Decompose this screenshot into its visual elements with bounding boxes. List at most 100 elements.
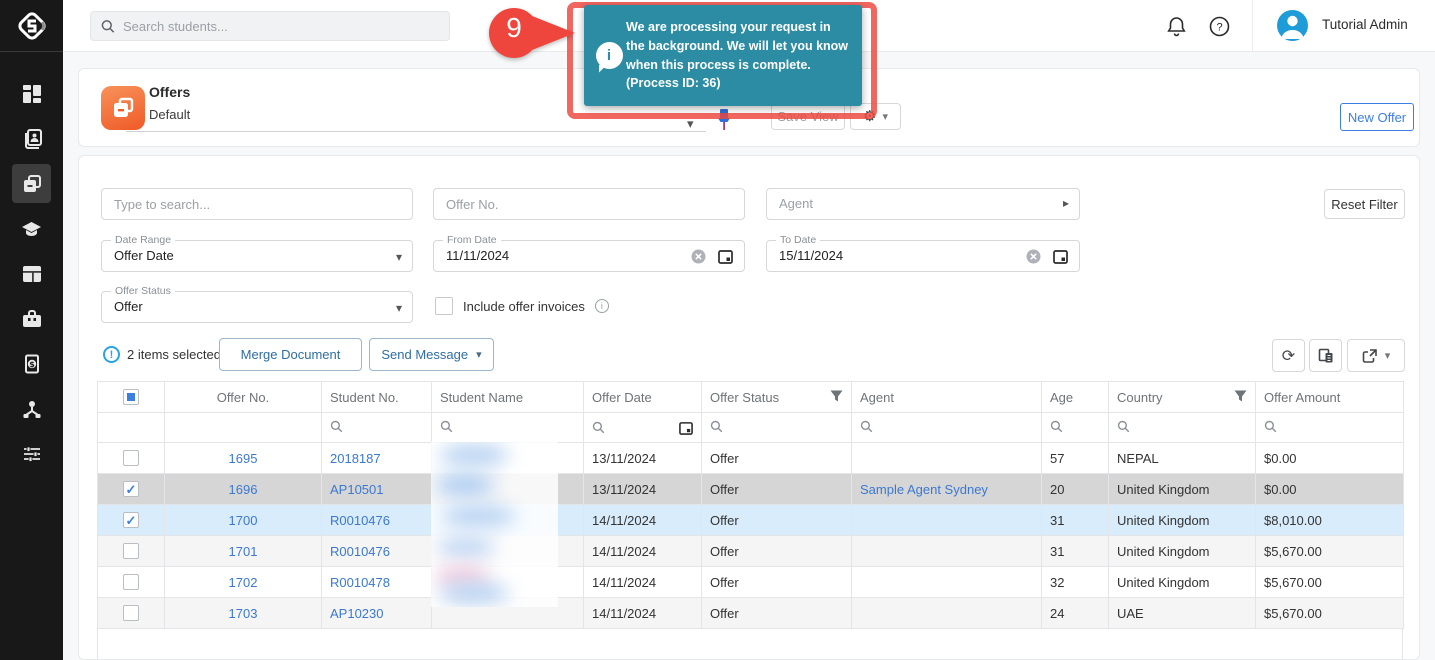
user-name[interactable]: Tutorial Admin: [1322, 17, 1408, 32]
student-no-link[interactable]: AP10501: [330, 482, 384, 497]
age-cell: 20: [1042, 474, 1109, 505]
offer-no-link[interactable]: 1702: [229, 575, 258, 590]
clear-date-button[interactable]: [691, 249, 706, 267]
view-settings-button[interactable]: ⚙ ▾: [850, 103, 901, 130]
student-no-link[interactable]: R0010476: [330, 513, 390, 528]
offer-no-link[interactable]: 1695: [229, 451, 258, 466]
sidebar-item-settings[interactable]: [12, 434, 51, 473]
notifications-button[interactable]: [1164, 14, 1188, 38]
global-search[interactable]: [90, 11, 450, 41]
offer-no-input[interactable]: [434, 189, 744, 219]
filter-cell-agent[interactable]: [852, 413, 1042, 443]
filter-cell-offer-no[interactable]: [165, 413, 322, 443]
app-logo[interactable]: [0, 0, 63, 52]
row-checkbox[interactable]: ✓: [123, 512, 139, 528]
row-checkbox[interactable]: [123, 450, 139, 466]
col-offer-no[interactable]: Offer No.: [165, 382, 322, 413]
filter-cell-offer-date[interactable]: [584, 413, 702, 443]
offer-date-cell: 13/11/2024: [584, 443, 702, 474]
chevron-down-icon[interactable]: ▾: [396, 250, 402, 264]
col-student-no[interactable]: Student No.: [322, 382, 432, 413]
agent-link[interactable]: Sample Agent Sydney: [860, 482, 988, 497]
col-student-name[interactable]: Student Name: [432, 382, 584, 413]
row-checkbox[interactable]: [123, 574, 139, 590]
offers-table: Offer No. Student No. Student Name Offer…: [97, 381, 1404, 629]
clear-date-button[interactable]: [1026, 249, 1041, 267]
filter-cell-offer-amount[interactable]: [1256, 413, 1404, 443]
row-checkbox[interactable]: [123, 605, 139, 621]
filter-cell-student-name[interactable]: [432, 413, 584, 443]
filter-cell-country[interactable]: [1109, 413, 1256, 443]
sidebar-item-invoices[interactable]: $: [12, 344, 51, 383]
col-offer-date[interactable]: Offer Date: [584, 382, 702, 413]
export-button[interactable]: ▾: [1347, 339, 1405, 372]
filter-cell-age[interactable]: [1042, 413, 1109, 443]
student-no-link[interactable]: AP10230: [330, 606, 384, 621]
col-age[interactable]: Age: [1042, 382, 1109, 413]
calendar-button[interactable]: [718, 249, 733, 267]
calendar-icon: [1053, 249, 1068, 264]
filter-cell-offer-status[interactable]: [702, 413, 852, 443]
calendar-button[interactable]: [1053, 249, 1068, 267]
from-date-field[interactable]: From Date 11/11/2024: [433, 240, 745, 272]
select-all-checkbox[interactable]: [123, 389, 139, 405]
reset-filter-button[interactable]: Reset Filter: [1324, 189, 1405, 219]
student-no-link[interactable]: R0010478: [330, 575, 390, 590]
search-input[interactable]: [123, 19, 439, 34]
merge-document-button[interactable]: Merge Document: [219, 338, 362, 371]
avatar[interactable]: [1277, 10, 1308, 41]
agent-field[interactable]: Agent ▸: [766, 188, 1080, 220]
view-selector-caret-icon[interactable]: ▾: [687, 116, 694, 132]
include-offer-invoices-checkbox[interactable]: [435, 297, 453, 315]
sidebar-item-applications[interactable]: [12, 254, 51, 293]
info-glyph: i: [607, 47, 611, 64]
offer-status-select[interactable]: Offer Status Offer ▾: [101, 291, 413, 323]
date-range-select[interactable]: Date Range Offer Date ▾: [101, 240, 413, 272]
offer-no-link[interactable]: 1700: [229, 513, 258, 528]
offer-no-link[interactable]: 1696: [229, 482, 258, 497]
table-row[interactable]: 1701 R0010476 14/11/2024 Offer 31 United…: [98, 536, 1404, 567]
offer-status-cell: Offer: [702, 567, 852, 598]
sliders-icon: [22, 444, 42, 464]
grid-search-input[interactable]: [102, 189, 412, 219]
age-cell: 24: [1042, 598, 1109, 629]
sidebar-item-dashboard[interactable]: [12, 74, 51, 113]
col-offer-status[interactable]: Offer Status: [702, 382, 852, 413]
filter-funnel-icon[interactable]: [1234, 390, 1247, 405]
sidebar-item-students[interactable]: [12, 119, 51, 158]
col-agent[interactable]: Agent: [852, 382, 1042, 413]
agent-cell: [852, 505, 1042, 536]
chevron-down-icon[interactable]: ▾: [396, 301, 402, 315]
student-no-link[interactable]: R0010476: [330, 544, 390, 559]
filter-funnel-icon[interactable]: [830, 390, 843, 405]
sidebar-item-services[interactable]: [12, 299, 51, 338]
help-button[interactable]: ?: [1207, 14, 1231, 38]
to-date-field[interactable]: To Date 15/11/2024: [766, 240, 1080, 272]
new-offer-button[interactable]: New Offer: [1340, 103, 1414, 131]
student-no-link[interactable]: 2018187: [330, 451, 381, 466]
save-view-button[interactable]: Save View: [771, 103, 845, 130]
pin-view-button[interactable]: [715, 107, 735, 133]
row-checkbox[interactable]: [123, 543, 139, 559]
row-checkbox[interactable]: ✓: [123, 481, 139, 497]
chevron-right-icon[interactable]: ▸: [1063, 196, 1069, 210]
col-country[interactable]: Country: [1109, 382, 1256, 413]
view-selector-value[interactable]: Default: [149, 107, 190, 122]
table-row[interactable]: 1703 AP10230 14/11/2024 Offer 24 UAE $5,…: [98, 598, 1404, 629]
table-row[interactable]: 1695 2018187 13/11/2024 Offer 57 NEPAL $…: [98, 443, 1404, 474]
column-chooser-button[interactable]: [1309, 339, 1342, 372]
sidebar-item-partners[interactable]: [12, 389, 51, 428]
table-row[interactable]: ✓ 1696 AP10501 13/11/2024 Offer Sample A…: [98, 474, 1404, 505]
col-offer-amount[interactable]: Offer Amount: [1256, 382, 1404, 413]
offer-no-link[interactable]: 1701: [229, 544, 258, 559]
table-row[interactable]: ✓ 1700 R0010476 14/11/2024 Offer 31 Unit…: [98, 505, 1404, 536]
sidebar-item-courses[interactable]: [12, 209, 51, 248]
filter-cell-student-no[interactable]: [322, 413, 432, 443]
calendar-icon[interactable]: [679, 421, 693, 435]
table-row[interactable]: 1702 R0010478 14/11/2024 Offer 32 United…: [98, 567, 1404, 598]
sidebar-item-offers[interactable]: [12, 164, 51, 203]
country-cell: United Kingdom: [1109, 536, 1256, 567]
refresh-button[interactable]: ⟳: [1272, 339, 1305, 372]
offer-no-link[interactable]: 1703: [229, 606, 258, 621]
send-message-button[interactable]: Send Message ▾: [369, 338, 494, 371]
